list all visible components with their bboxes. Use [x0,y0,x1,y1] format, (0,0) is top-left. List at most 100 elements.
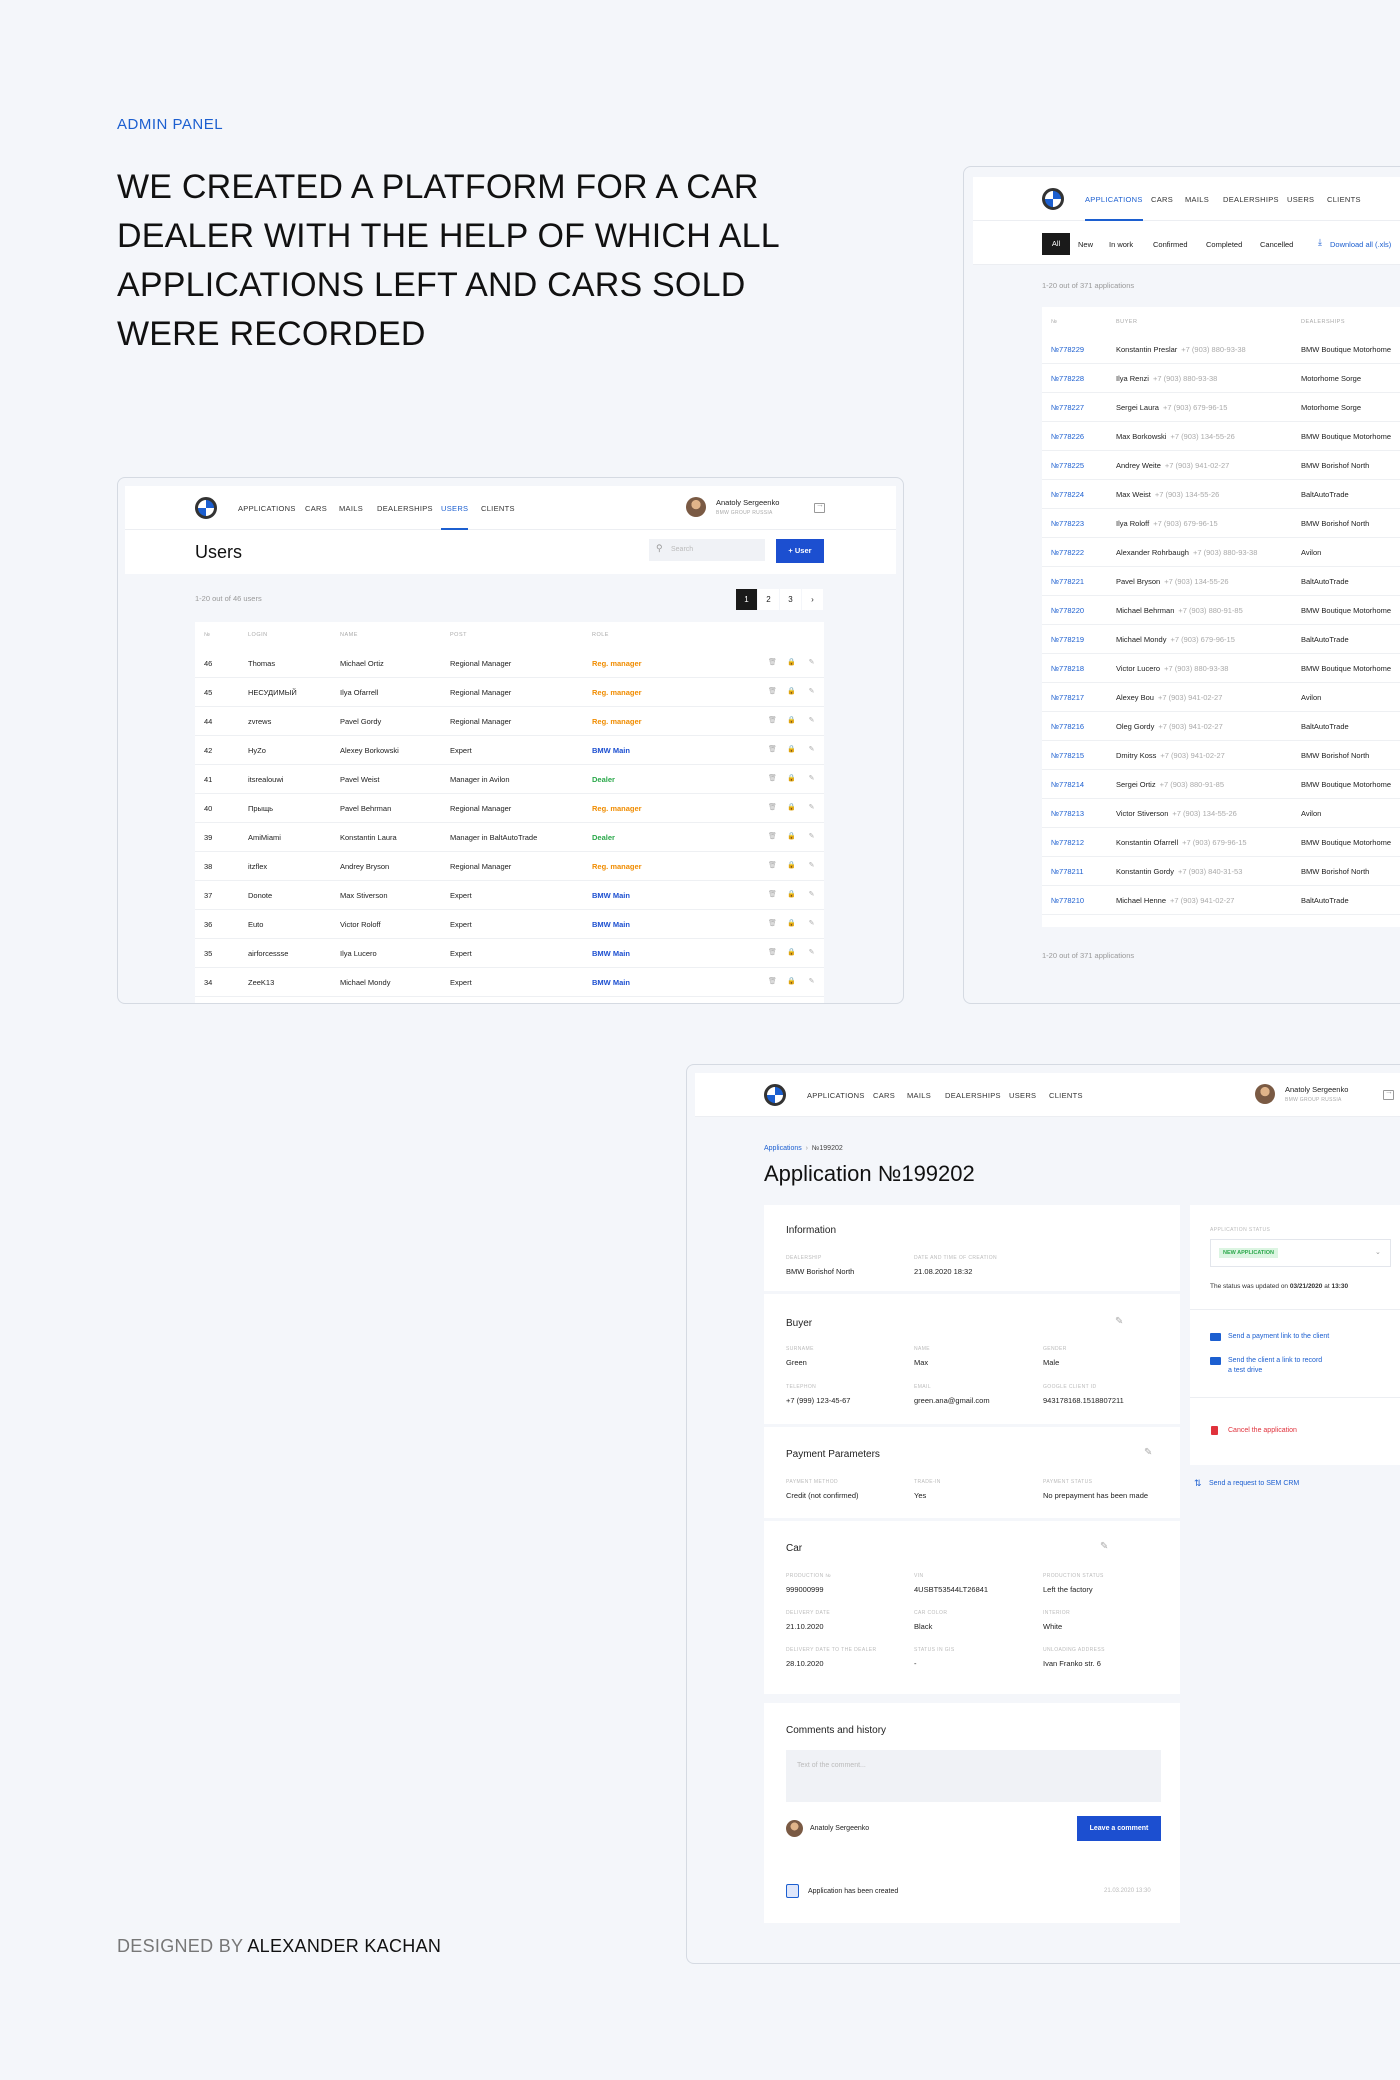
table-row[interactable]: 42 HyZo Alexey Borkowski Expert BMW Main 🗑 🔒 ✎ [195,736,824,765]
cell-id[interactable]: №778224 [1051,490,1084,499]
status-select[interactable]: NEW APPLICATION ⌄ [1210,1239,1391,1267]
table-row[interactable]: 44 zvrews Pavel Gordy Regional Manager Reg. … [195,707,824,736]
lock-icon[interactable]: 🔒 [787,948,796,958]
lock-icon[interactable]: 🔒 [787,658,796,668]
table-row[interactable]: №778220 Michael Behrman +7 (903) 880-91-85… [1042,596,1400,625]
send-test-drive-link[interactable]: Send the client a link to record a test … [1228,1356,1322,1376]
lock-icon[interactable]: 🔒 [787,977,796,987]
table-row[interactable]: 37 Donote Max Stiverson Expert BMW Main 🗑 🔒 ✎ [195,881,824,910]
edit-icon[interactable]: ✎ [807,774,816,784]
table-row[interactable]: №778212 Konstantin Ofarrell +7 (903) 679-9… [1042,828,1400,857]
edit-icon[interactable]: ✎ [807,832,816,842]
cell-id[interactable]: №778215 [1051,751,1084,760]
table-row[interactable]: №778210 Michael Henne +7 (903) 941-02-27 Ba… [1042,886,1400,915]
cell-id[interactable]: №778222 [1051,548,1084,557]
lock-icon[interactable]: 🔒 [787,890,796,900]
nav-cars[interactable]: CARS [1151,195,1173,204]
table-row[interactable]: №778218 Victor Lucero +7 (903) 880-93-38 BM… [1042,654,1400,683]
cell-id[interactable]: №778214 [1051,780,1084,789]
cell-id[interactable]: №778226 [1051,432,1084,441]
cell-id[interactable]: №778213 [1051,809,1084,818]
table-row[interactable]: №778226 Max Borkowski +7 (903) 134-55-26 BM… [1042,422,1400,451]
cell-id[interactable]: №778223 [1051,519,1084,528]
nav-users[interactable]: USERS [1009,1091,1036,1100]
lock-icon[interactable]: 🔒 [787,687,796,697]
lock-icon[interactable]: 🔒 [787,745,796,755]
download-all-link[interactable]: Download all (.xls) [1330,240,1391,249]
edit-icon[interactable]: ✎ [807,977,816,987]
trash-icon[interactable]: 🗑 [768,658,777,668]
lock-icon[interactable]: 🔒 [787,919,796,929]
add-user-button[interactable]: + User [776,539,824,563]
nav-clients[interactable]: CLIENTS [1049,1091,1083,1100]
edit-icon[interactable]: ✎ [807,658,816,668]
table-row[interactable]: №778217 Alexey Bou +7 (903) 941-02-27 Avilo… [1042,683,1400,712]
table-row[interactable]: №778223 Ilya Roloff +7 (903) 679-96-15 BMW … [1042,509,1400,538]
table-row[interactable]: №778224 Max Weist +7 (903) 134-55-26 BaltAu… [1042,480,1400,509]
edit-car-icon[interactable]: ✎ [1100,1541,1108,1552]
edit-icon[interactable]: ✎ [807,687,816,697]
edit-icon[interactable]: ✎ [807,716,816,726]
nav-cars[interactable]: CARS [873,1091,895,1100]
page-1-button[interactable]: 1 [736,589,757,610]
nav-applications[interactable]: APPLICATIONS [1085,195,1143,221]
cell-id[interactable]: №778225 [1051,461,1084,470]
table-row[interactable]: №778216 Oleg Gordy +7 (903) 941-02-27 BaltA… [1042,712,1400,741]
nav-applications[interactable]: APPLICATIONS [238,504,296,513]
table-row[interactable]: 35 airforcessse Ilya Lucero Expert BMW Main 🗑… [195,939,824,968]
nav-applications[interactable]: APPLICATIONS [807,1091,865,1100]
trash-icon[interactable]: 🗑 [768,890,777,900]
next-page-button[interactable]: › [802,589,823,610]
cell-id[interactable]: №778219 [1051,635,1084,644]
trash-icon[interactable]: 🗑 [768,745,777,755]
table-row[interactable]: №778229 Konstantin Preslar +7 (903) 880-93… [1042,335,1400,364]
cancel-application-link[interactable]: Cancel the application [1228,1427,1297,1434]
table-row[interactable]: 36 Euto Victor Roloff Expert BMW Main 🗑 🔒 ✎ [195,910,824,939]
table-row[interactable]: 34 ZeeK13 Michael Mondy Expert BMW Main 🗑 🔒 ✎ [195,968,824,997]
filter-cancelled[interactable]: Cancelled [1260,240,1293,249]
logout-icon[interactable] [1383,1087,1394,1100]
trash-icon[interactable]: 🗑 [768,861,777,871]
table-row[interactable]: 41 itsrealouwi Pavel Weist Manager in Avilo… [195,765,824,794]
edit-icon[interactable]: ✎ [807,803,816,813]
edit-icon[interactable]: ✎ [807,890,816,900]
filter-in-work[interactable]: In work [1109,240,1133,249]
cell-id[interactable]: №778229 [1051,345,1084,354]
nav-dealerships[interactable]: DEALERSHIPS [1223,195,1279,204]
nav-clients[interactable]: CLIENTS [1327,195,1361,204]
cell-id[interactable]: №778212 [1051,838,1084,847]
table-row[interactable]: №778225 Andrey Weite +7 (903) 941-02-27 BMW… [1042,451,1400,480]
cell-id[interactable]: №778221 [1051,577,1084,586]
leave-comment-button[interactable]: Leave a comment [1077,1816,1161,1841]
nav-mails[interactable]: MAILS [1185,195,1209,204]
table-row[interactable]: 39 AmiMiami Konstantin Laura Manager in Bal… [195,823,824,852]
table-row[interactable]: 45 НЕСУДИМЫЙ Ilya Ofarrell Regional Manager… [195,678,824,707]
lock-icon[interactable]: 🔒 [787,774,796,784]
table-row[interactable]: №778215 Dmitry Koss +7 (903) 941-02-27 BMW … [1042,741,1400,770]
edit-icon[interactable]: ✎ [807,745,816,755]
logout-icon[interactable] [814,500,825,513]
cell-id[interactable]: №778216 [1051,722,1084,731]
cell-id[interactable]: №778218 [1051,664,1084,673]
cell-id[interactable]: №778211 [1051,867,1084,876]
table-row[interactable]: №778211 Konstantin Gordy +7 (903) 840-31-5… [1042,857,1400,886]
cell-id[interactable]: №778217 [1051,693,1084,702]
table-row[interactable]: №778219 Michael Mondy +7 (903) 679-96-15 Ba… [1042,625,1400,654]
table-row[interactable]: №778222 Alexander Rohrbaugh +7 (903) 880-9… [1042,538,1400,567]
table-row[interactable]: №778221 Pavel Bryson +7 (903) 134-55-26 Bal… [1042,567,1400,596]
edit-icon[interactable]: ✎ [807,861,816,871]
trash-icon[interactable]: 🗑 [768,919,777,929]
cell-id[interactable]: №778210 [1051,896,1084,905]
comment-textarea[interactable]: Text of the comment... [786,1750,1161,1802]
trash-icon[interactable]: 🗑 [768,977,777,987]
filter-confirmed[interactable]: Confirmed [1153,240,1188,249]
table-row[interactable]: №778228 Ilya Renzi +7 (903) 880-93-38 Motor… [1042,364,1400,393]
nav-mails[interactable]: MAILS [907,1091,931,1100]
trash-icon[interactable]: 🗑 [768,948,777,958]
trash-icon[interactable]: 🗑 [768,774,777,784]
edit-icon[interactable]: ✎ [807,919,816,929]
cell-id[interactable]: №778228 [1051,374,1084,383]
trash-icon[interactable]: 🗑 [768,832,777,842]
bmw-logo-icon[interactable] [1042,188,1064,210]
table-row[interactable]: 46 Thomas Michael Ortiz Regional Manager Reg… [195,649,824,678]
